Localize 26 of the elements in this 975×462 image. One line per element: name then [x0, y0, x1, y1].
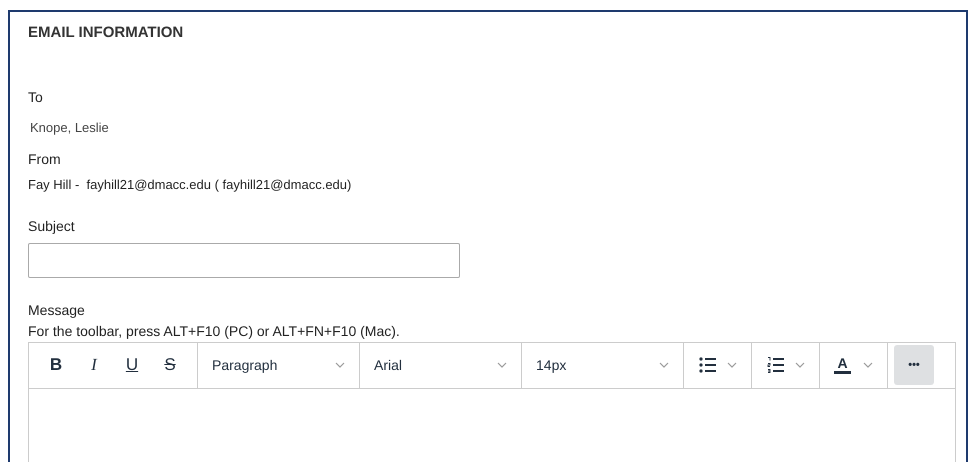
chevron-down-icon [726, 362, 736, 368]
chevron-down-icon [497, 362, 507, 368]
field-label: From [28, 150, 61, 169]
underline-button[interactable]: U [115, 350, 149, 380]
more-button[interactable]: ••• [894, 345, 934, 385]
field-label: Message [28, 300, 85, 320]
chevron-down-icon [335, 362, 345, 368]
toolbar-hint: For the toolbar, press ALT+F10 (PC) or ALT+FN+F10 (Mac). [28, 322, 400, 341]
bulleted-list-icon [698, 357, 716, 373]
italic-button[interactable]: I [77, 350, 111, 380]
sender-address: Fay Hill - fayhill21@dmacc.edu ( fayhill21@dmacc.edu) [28, 176, 352, 194]
chevron-down-icon [659, 362, 669, 368]
field-label: Subject [28, 216, 75, 236]
chevron-down-icon [794, 362, 804, 368]
strike-button[interactable]: S [153, 350, 187, 380]
numbered-list-icon [766, 357, 784, 373]
recipient-name: Knope, Leslie [30, 118, 109, 137]
dropdown-select[interactable]: 14px [522, 342, 684, 388]
panel-title: EMAIL INFORMATION [28, 23, 184, 43]
chevron-down-icon [862, 362, 873, 368]
dropdown-select[interactable]: Paragraph [198, 342, 360, 388]
subject-input[interactable] [28, 242, 460, 278]
text-color-button[interactable]: A [820, 342, 888, 388]
bold-button[interactable]: B [39, 350, 73, 380]
dropdown-select[interactable]: Arial [360, 342, 522, 388]
field-label: To [28, 88, 43, 106]
